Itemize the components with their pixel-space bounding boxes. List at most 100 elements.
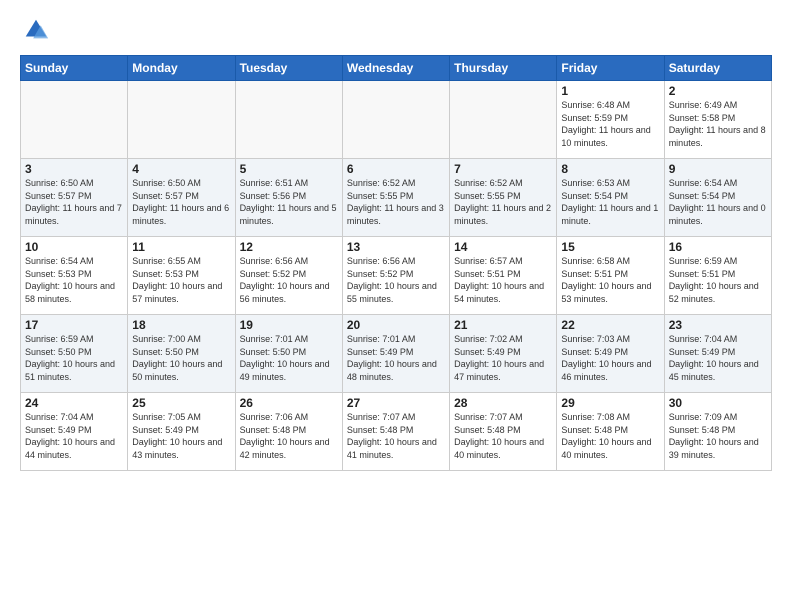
day-cell: 2Sunrise: 6:49 AMSunset: 5:58 PMDaylight… bbox=[664, 81, 771, 159]
day-cell: 18Sunrise: 7:00 AMSunset: 5:50 PMDayligh… bbox=[128, 315, 235, 393]
logo-icon bbox=[22, 16, 50, 44]
day-cell: 19Sunrise: 7:01 AMSunset: 5:50 PMDayligh… bbox=[235, 315, 342, 393]
weekday-header-saturday: Saturday bbox=[664, 56, 771, 81]
day-number: 9 bbox=[669, 162, 767, 176]
day-cell: 13Sunrise: 6:56 AMSunset: 5:52 PMDayligh… bbox=[342, 237, 449, 315]
day-info: Sunrise: 6:55 AMSunset: 5:53 PMDaylight:… bbox=[132, 255, 230, 305]
day-info: Sunrise: 6:54 AMSunset: 5:54 PMDaylight:… bbox=[669, 177, 767, 227]
header bbox=[20, 16, 772, 49]
weekday-row: SundayMondayTuesdayWednesdayThursdayFrid… bbox=[21, 56, 772, 81]
day-number: 16 bbox=[669, 240, 767, 254]
day-cell bbox=[450, 81, 557, 159]
day-cell: 16Sunrise: 6:59 AMSunset: 5:51 PMDayligh… bbox=[664, 237, 771, 315]
day-info: Sunrise: 6:52 AMSunset: 5:55 PMDaylight:… bbox=[347, 177, 445, 227]
day-cell: 11Sunrise: 6:55 AMSunset: 5:53 PMDayligh… bbox=[128, 237, 235, 315]
day-cell bbox=[21, 81, 128, 159]
logo bbox=[20, 16, 50, 49]
day-cell: 30Sunrise: 7:09 AMSunset: 5:48 PMDayligh… bbox=[664, 393, 771, 471]
day-number: 15 bbox=[561, 240, 659, 254]
page: SundayMondayTuesdayWednesdayThursdayFrid… bbox=[0, 0, 792, 481]
day-info: Sunrise: 7:04 AMSunset: 5:49 PMDaylight:… bbox=[669, 333, 767, 383]
day-number: 4 bbox=[132, 162, 230, 176]
day-info: Sunrise: 7:06 AMSunset: 5:48 PMDaylight:… bbox=[240, 411, 338, 461]
day-number: 3 bbox=[25, 162, 123, 176]
day-number: 28 bbox=[454, 396, 552, 410]
day-info: Sunrise: 7:01 AMSunset: 5:49 PMDaylight:… bbox=[347, 333, 445, 383]
day-info: Sunrise: 7:07 AMSunset: 5:48 PMDaylight:… bbox=[454, 411, 552, 461]
day-number: 10 bbox=[25, 240, 123, 254]
day-cell: 12Sunrise: 6:56 AMSunset: 5:52 PMDayligh… bbox=[235, 237, 342, 315]
day-cell: 27Sunrise: 7:07 AMSunset: 5:48 PMDayligh… bbox=[342, 393, 449, 471]
day-info: Sunrise: 7:04 AMSunset: 5:49 PMDaylight:… bbox=[25, 411, 123, 461]
day-number: 22 bbox=[561, 318, 659, 332]
day-cell: 20Sunrise: 7:01 AMSunset: 5:49 PMDayligh… bbox=[342, 315, 449, 393]
day-cell bbox=[128, 81, 235, 159]
weekday-header-monday: Monday bbox=[128, 56, 235, 81]
day-cell: 26Sunrise: 7:06 AMSunset: 5:48 PMDayligh… bbox=[235, 393, 342, 471]
day-number: 17 bbox=[25, 318, 123, 332]
day-number: 23 bbox=[669, 318, 767, 332]
day-info: Sunrise: 7:03 AMSunset: 5:49 PMDaylight:… bbox=[561, 333, 659, 383]
day-number: 12 bbox=[240, 240, 338, 254]
day-cell: 1Sunrise: 6:48 AMSunset: 5:59 PMDaylight… bbox=[557, 81, 664, 159]
day-info: Sunrise: 6:53 AMSunset: 5:54 PMDaylight:… bbox=[561, 177, 659, 227]
day-number: 19 bbox=[240, 318, 338, 332]
day-cell: 10Sunrise: 6:54 AMSunset: 5:53 PMDayligh… bbox=[21, 237, 128, 315]
day-info: Sunrise: 6:50 AMSunset: 5:57 PMDaylight:… bbox=[132, 177, 230, 227]
day-cell: 15Sunrise: 6:58 AMSunset: 5:51 PMDayligh… bbox=[557, 237, 664, 315]
day-cell: 17Sunrise: 6:59 AMSunset: 5:50 PMDayligh… bbox=[21, 315, 128, 393]
weekday-header-tuesday: Tuesday bbox=[235, 56, 342, 81]
weekday-header-sunday: Sunday bbox=[21, 56, 128, 81]
calendar-body: 1Sunrise: 6:48 AMSunset: 5:59 PMDaylight… bbox=[21, 81, 772, 471]
day-cell bbox=[342, 81, 449, 159]
day-number: 8 bbox=[561, 162, 659, 176]
day-cell: 8Sunrise: 6:53 AMSunset: 5:54 PMDaylight… bbox=[557, 159, 664, 237]
day-cell: 4Sunrise: 6:50 AMSunset: 5:57 PMDaylight… bbox=[128, 159, 235, 237]
day-info: Sunrise: 6:56 AMSunset: 5:52 PMDaylight:… bbox=[347, 255, 445, 305]
day-info: Sunrise: 6:51 AMSunset: 5:56 PMDaylight:… bbox=[240, 177, 338, 227]
calendar-header: SundayMondayTuesdayWednesdayThursdayFrid… bbox=[21, 56, 772, 81]
day-number: 13 bbox=[347, 240, 445, 254]
weekday-header-wednesday: Wednesday bbox=[342, 56, 449, 81]
day-info: Sunrise: 6:48 AMSunset: 5:59 PMDaylight:… bbox=[561, 99, 659, 149]
day-info: Sunrise: 6:59 AMSunset: 5:51 PMDaylight:… bbox=[669, 255, 767, 305]
day-number: 18 bbox=[132, 318, 230, 332]
day-cell: 28Sunrise: 7:07 AMSunset: 5:48 PMDayligh… bbox=[450, 393, 557, 471]
week-row-4: 17Sunrise: 6:59 AMSunset: 5:50 PMDayligh… bbox=[21, 315, 772, 393]
day-number: 5 bbox=[240, 162, 338, 176]
week-row-5: 24Sunrise: 7:04 AMSunset: 5:49 PMDayligh… bbox=[21, 393, 772, 471]
week-row-3: 10Sunrise: 6:54 AMSunset: 5:53 PMDayligh… bbox=[21, 237, 772, 315]
day-number: 14 bbox=[454, 240, 552, 254]
day-info: Sunrise: 7:00 AMSunset: 5:50 PMDaylight:… bbox=[132, 333, 230, 383]
day-cell: 5Sunrise: 6:51 AMSunset: 5:56 PMDaylight… bbox=[235, 159, 342, 237]
day-number: 29 bbox=[561, 396, 659, 410]
day-info: Sunrise: 6:54 AMSunset: 5:53 PMDaylight:… bbox=[25, 255, 123, 305]
day-cell: 21Sunrise: 7:02 AMSunset: 5:49 PMDayligh… bbox=[450, 315, 557, 393]
calendar-table: SundayMondayTuesdayWednesdayThursdayFrid… bbox=[20, 55, 772, 471]
day-info: Sunrise: 6:59 AMSunset: 5:50 PMDaylight:… bbox=[25, 333, 123, 383]
day-info: Sunrise: 6:58 AMSunset: 5:51 PMDaylight:… bbox=[561, 255, 659, 305]
week-row-1: 1Sunrise: 6:48 AMSunset: 5:59 PMDaylight… bbox=[21, 81, 772, 159]
day-cell: 7Sunrise: 6:52 AMSunset: 5:55 PMDaylight… bbox=[450, 159, 557, 237]
day-number: 7 bbox=[454, 162, 552, 176]
day-cell: 23Sunrise: 7:04 AMSunset: 5:49 PMDayligh… bbox=[664, 315, 771, 393]
weekday-header-thursday: Thursday bbox=[450, 56, 557, 81]
day-cell: 6Sunrise: 6:52 AMSunset: 5:55 PMDaylight… bbox=[342, 159, 449, 237]
day-number: 25 bbox=[132, 396, 230, 410]
day-info: Sunrise: 7:01 AMSunset: 5:50 PMDaylight:… bbox=[240, 333, 338, 383]
day-number: 1 bbox=[561, 84, 659, 98]
day-number: 30 bbox=[669, 396, 767, 410]
day-info: Sunrise: 6:49 AMSunset: 5:58 PMDaylight:… bbox=[669, 99, 767, 149]
day-cell bbox=[235, 81, 342, 159]
day-cell: 3Sunrise: 6:50 AMSunset: 5:57 PMDaylight… bbox=[21, 159, 128, 237]
day-number: 21 bbox=[454, 318, 552, 332]
day-cell: 24Sunrise: 7:04 AMSunset: 5:49 PMDayligh… bbox=[21, 393, 128, 471]
day-number: 6 bbox=[347, 162, 445, 176]
day-info: Sunrise: 7:09 AMSunset: 5:48 PMDaylight:… bbox=[669, 411, 767, 461]
day-info: Sunrise: 7:05 AMSunset: 5:49 PMDaylight:… bbox=[132, 411, 230, 461]
day-cell: 22Sunrise: 7:03 AMSunset: 5:49 PMDayligh… bbox=[557, 315, 664, 393]
day-info: Sunrise: 7:08 AMSunset: 5:48 PMDaylight:… bbox=[561, 411, 659, 461]
day-info: Sunrise: 7:07 AMSunset: 5:48 PMDaylight:… bbox=[347, 411, 445, 461]
day-number: 24 bbox=[25, 396, 123, 410]
day-cell: 14Sunrise: 6:57 AMSunset: 5:51 PMDayligh… bbox=[450, 237, 557, 315]
